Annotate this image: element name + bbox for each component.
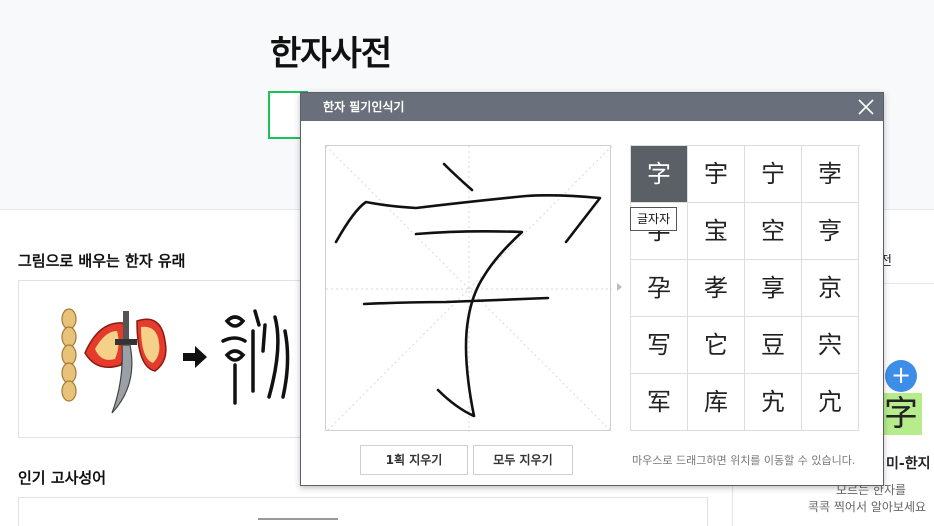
result-cell[interactable]: 宁 [745,146,802,203]
result-cell[interactable]: 孛 [802,146,859,203]
hanja-tooltip: 글자자 [630,207,678,231]
result-cell[interactable]: 宇 [688,146,745,203]
dialog-header[interactable]: 한자 필기인식기 [301,93,883,121]
result-cell[interactable]: 字 [631,146,688,203]
result-cell[interactable]: 享 [745,260,802,317]
result-cell[interactable]: 宂 [802,374,859,431]
drawing-surface [326,146,612,432]
result-cell[interactable]: 写 [631,317,688,374]
feature-desc-line2: 콕콕 찍어서 알아보세요 [808,500,927,514]
result-cell[interactable]: 宍 [802,317,859,374]
result-cell[interactable]: 宝 [688,203,745,260]
feature-title: 미-한지 [886,456,931,472]
result-cell[interactable]: 京 [802,260,859,317]
result-cell[interactable]: 豆 [745,317,802,374]
origin-illustration [61,308,290,414]
result-cell[interactable]: 军 [631,374,688,431]
result-cell[interactable]: 空 [745,203,802,260]
undo-stroke-button[interactable]: 1획 지우기 [360,445,468,475]
result-cell[interactable]: 孝 [688,260,745,317]
idiom-card[interactable] [18,497,708,526]
featured-hanja[interactable]: 字 [880,393,922,435]
drag-hint: 마우스로 드래그하면 위치를 이동할 수 있습니다. [632,454,856,467]
plus-icon[interactable]: + [885,360,917,392]
result-cell[interactable]: 宄 [745,374,802,431]
origin-section-title: 그림으로 배우는 한자 유래 [18,252,186,270]
result-cell[interactable]: 它 [688,317,745,374]
result-cell[interactable]: 库 [688,374,745,431]
drawing-canvas[interactable] [325,145,612,432]
origin-illustration-card[interactable] [18,280,302,438]
result-cell[interactable]: 亨 [802,203,859,260]
dialog-title: 한자 필기인식기 [323,100,405,114]
handwriting-dialog[interactable]: 한자 필기인식기 字宇宁孛字宝空亨孕孝享京写它豆宍军库宄宂 글자자 1획 지우기… [300,92,884,486]
arrow-right-icon [617,283,622,291]
idiom-section-title: 인기 고사성어 [18,469,107,487]
idiom-entry-fragment [258,518,338,526]
close-icon[interactable] [857,98,875,116]
page-title: 한자사전 [270,34,392,74]
clear-all-button[interactable]: 모두 지우기 [473,445,573,475]
result-cell[interactable]: 孕 [631,260,688,317]
recognition-results: 字宇宁孛字宝空亨孕孝享京写它豆宍军库宄宂 [630,145,860,431]
